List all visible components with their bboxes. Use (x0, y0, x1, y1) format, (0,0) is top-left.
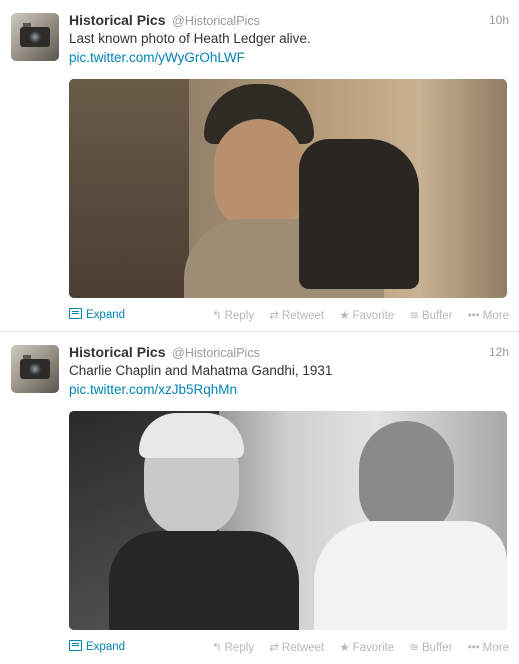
camera-lens-shape (29, 31, 41, 43)
reply-label: Reply (224, 310, 255, 322)
expand-link[interactable]: Expand (69, 308, 125, 321)
expand-label: Expand (86, 641, 126, 653)
tweet-header: Historical Pics @HistoricalPics 12h (69, 344, 509, 362)
favorite-label: Favorite (352, 310, 395, 322)
more-label: More (482, 310, 509, 322)
camera-lens-shape (29, 363, 41, 375)
buffer-button[interactable]: ≋ Buffer (409, 642, 452, 654)
tweet-actions: Expand ↰ Reply ⇄ Retweet ★ Favorite ≋ Buffer… (69, 640, 509, 654)
retweet-label: Retweet (281, 642, 325, 654)
ellipsis-icon: ••• (467, 642, 480, 654)
reply-icon: ↰ (212, 310, 222, 322)
account-handle[interactable]: @HistoricalPics (172, 14, 260, 28)
reply-label: Reply (224, 642, 255, 654)
media-icon (69, 640, 82, 651)
tweet-link[interactable]: pic.twitter.com/xzJb5RqhMn (69, 382, 237, 397)
tweet-text: Last known photo of Heath Ledger alive. (69, 31, 311, 46)
reply-icon: ↰ (212, 642, 222, 654)
star-icon: ★ (339, 310, 350, 322)
photo-person-face (214, 119, 304, 229)
tweet-timestamp[interactable]: 12h (489, 345, 509, 359)
account-name[interactable]: Historical Pics (69, 344, 166, 360)
photo-background-blur (69, 79, 189, 298)
more-button[interactable]: ••• More (468, 642, 509, 654)
tweet-link[interactable]: pic.twitter.com/yWyGrOhLWF (69, 50, 245, 65)
retweet-icon: ⇄ (269, 310, 279, 322)
star-icon: ★ (339, 642, 350, 654)
timeline: Historical Pics @HistoricalPics 10h Last… (0, 0, 519, 664)
account-handle[interactable]: @HistoricalPics (172, 346, 260, 360)
tweet-photo[interactable] (69, 411, 507, 630)
retweet-button[interactable]: ⇄ Retweet (269, 310, 324, 322)
buffer-button[interactable]: ≋ Buffer (409, 310, 452, 322)
media-icon (69, 308, 82, 319)
more-label: More (482, 642, 509, 654)
buffer-icon: ≋ (409, 642, 420, 654)
favorite-label: Favorite (352, 642, 395, 654)
ellipsis-icon: ••• (467, 310, 480, 322)
more-button[interactable]: ••• More (468, 310, 509, 322)
photo-person-scarf (299, 139, 419, 289)
photo-person-left-suit (109, 531, 299, 630)
expand-link[interactable]: Expand (69, 640, 125, 653)
buffer-label: Buffer (422, 642, 453, 654)
buffer-icon: ≋ (409, 310, 420, 322)
tweet[interactable]: Historical Pics @HistoricalPics 12h Char… (0, 332, 519, 664)
tweet-timestamp[interactable]: 10h (489, 13, 509, 27)
tweet-photo[interactable] (69, 79, 507, 298)
tweet-actions: Expand ↰ Reply ⇄ Retweet ★ Favorite ≋ Buffer… (69, 308, 509, 322)
retweet-button[interactable]: ⇄ Retweet (269, 642, 324, 654)
retweet-label: Retweet (281, 310, 325, 322)
avatar[interactable] (11, 345, 59, 393)
reply-button[interactable]: ↰ Reply (212, 642, 254, 654)
favorite-button[interactable]: ★ Favorite (339, 642, 394, 654)
tweet-text: Charlie Chaplin and Mahatma Gandhi, 1931 (69, 363, 333, 378)
expand-label: Expand (86, 309, 126, 321)
retweet-icon: ⇄ (269, 642, 279, 654)
photo-person-left-hair (139, 413, 244, 458)
reply-button[interactable]: ↰ Reply (212, 310, 254, 322)
avatar[interactable] (11, 13, 59, 61)
photo-person-right-cloth (314, 521, 507, 630)
tweet[interactable]: Historical Pics @HistoricalPics 10h Last… (0, 0, 519, 332)
action-bar: ↰ Reply ⇄ Retweet ★ Favorite ≋ Buffer ••• Mor… (200, 640, 509, 654)
account-name[interactable]: Historical Pics (69, 12, 166, 28)
action-bar: ↰ Reply ⇄ Retweet ★ Favorite ≋ Buffer ••• Mor… (200, 308, 509, 322)
tweet-header: Historical Pics @HistoricalPics 10h (69, 12, 509, 30)
favorite-button[interactable]: ★ Favorite (339, 310, 394, 322)
buffer-label: Buffer (422, 310, 453, 322)
photo-person-right-head (359, 421, 454, 536)
